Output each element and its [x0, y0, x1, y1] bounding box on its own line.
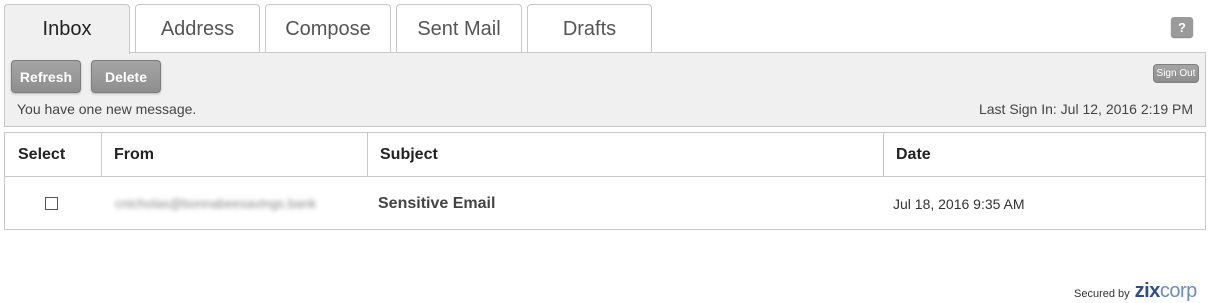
- status-message: You have one new message.: [17, 101, 197, 117]
- sender-email[interactable]: cnicholas@bonnabeesavings.bank: [115, 196, 316, 211]
- sign-out-button[interactable]: Sign Out: [1153, 64, 1199, 83]
- tab-address[interactable]: Address: [135, 4, 260, 53]
- tab-sent-mail[interactable]: Sent Mail: [396, 4, 522, 53]
- message-date: Jul 18, 2016 9:35 AM: [893, 195, 1025, 212]
- header-subject[interactable]: Subject: [380, 133, 438, 176]
- tab-inbox[interactable]: Inbox: [4, 4, 130, 54]
- message-table: Select From Subject Date cnicholas@bonna…: [4, 132, 1206, 230]
- tab-drafts[interactable]: Drafts: [527, 4, 652, 53]
- table-header-row: Select From Subject Date: [5, 133, 1205, 177]
- column-divider: [883, 133, 884, 177]
- table-row[interactable]: cnicholas@bonnabeesavings.bank Sensitive…: [5, 177, 1205, 230]
- tab-compose[interactable]: Compose: [265, 4, 391, 53]
- secured-by-footer: Secured by zixcorp: [1074, 280, 1197, 303]
- column-divider: [367, 133, 368, 177]
- message-subject[interactable]: Sensitive Email: [378, 195, 495, 213]
- last-sign-in: Last Sign In: Jul 12, 2016 2:19 PM: [978, 101, 1193, 117]
- help-button[interactable]: ?: [1171, 17, 1193, 37]
- header-date[interactable]: Date: [896, 133, 931, 176]
- header-from[interactable]: From: [114, 133, 154, 176]
- toolbar-panel: Refresh Delete Sign Out You have one new…: [4, 52, 1206, 127]
- column-divider: [101, 133, 102, 177]
- row-select-checkbox[interactable]: [45, 197, 58, 210]
- delete-button[interactable]: Delete: [91, 60, 161, 93]
- header-select: Select: [18, 145, 66, 163]
- secured-by-label: Secured by: [1074, 288, 1130, 300]
- refresh-button[interactable]: Refresh: [11, 60, 81, 93]
- zixcorp-logo: zixcorp: [1134, 280, 1198, 302]
